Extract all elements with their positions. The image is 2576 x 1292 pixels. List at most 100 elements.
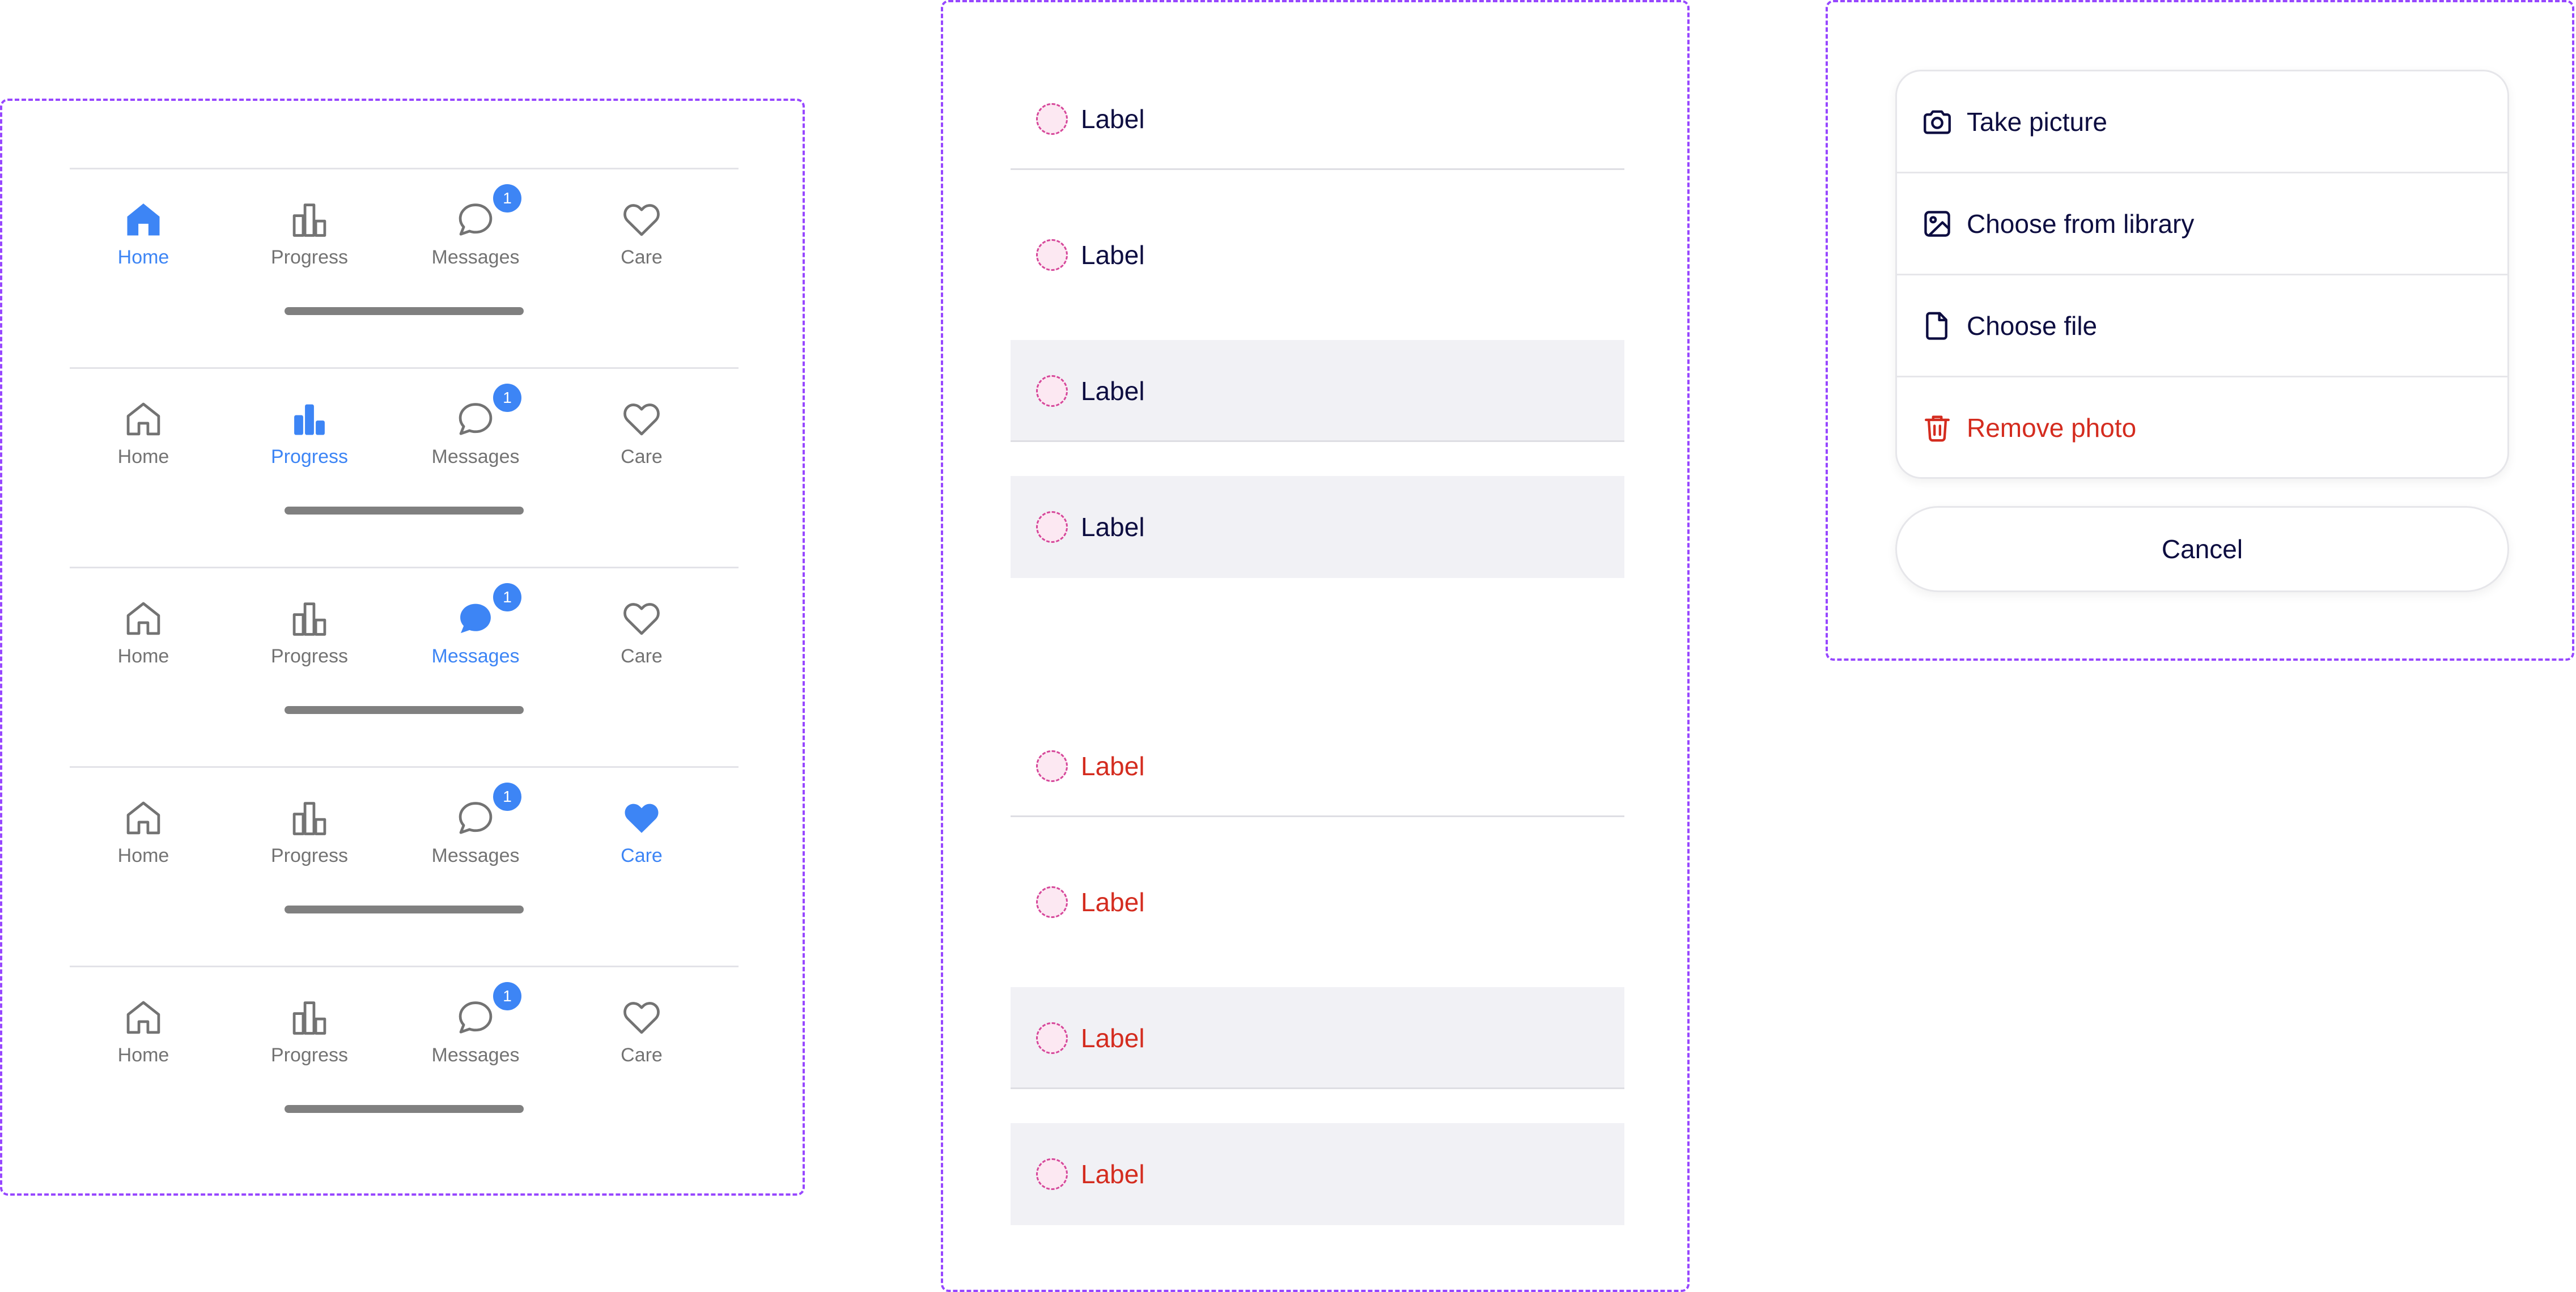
tab-bar: Home Progress 1 Messages Care [70,168,739,369]
list-item[interactable]: Label [1011,715,1624,817]
tab-care[interactable]: Care [568,796,715,866]
remove-photo-option[interactable]: Remove photo [1897,377,2507,477]
tab-progress[interactable]: Progress [236,796,383,866]
heart-icon [620,796,663,839]
home-indicator [285,507,524,515]
list-item-label: Label [1081,376,1145,406]
tab-messages[interactable]: 1 Messages [402,184,549,268]
unread-badge: 1 [493,982,521,1010]
list-item-label: Label [1081,512,1145,542]
tab-label: Home [117,845,169,866]
home-icon [122,597,165,640]
tab-care[interactable]: Care [568,996,715,1066]
camera-icon [1921,105,1954,138]
tab-label: Home [117,446,169,468]
tab-label: Progress [270,246,349,268]
action-sheet: Take picture Choose from library Choose … [1895,70,2509,479]
chat-bubble-icon [454,198,497,241]
home-icon [122,996,165,1039]
placeholder-circle-icon [1036,239,1068,271]
tab-home[interactable]: Home [70,597,217,667]
tabbar-variants-frame: Home Progress 1 Messages Care Home Progr… [0,99,805,1196]
heart-icon [620,597,663,640]
tab-home[interactable]: Home [70,397,217,468]
list-item[interactable]: Label [1011,68,1624,170]
placeholder-circle-icon [1036,750,1068,782]
tab-progress[interactable]: Progress [236,397,383,468]
tab-label: Home [117,645,169,667]
action-sheet-frame: Take picture Choose from library Choose … [1826,0,2574,661]
chat-bubble-icon [454,397,497,440]
list-item-label: Label [1081,1159,1145,1189]
tab-label: Care [621,845,663,866]
tab-label: Progress [270,645,349,667]
list-item[interactable]: Label [1011,1123,1624,1225]
tab-bar: Home Progress 1 Messages Care [70,367,739,568]
heart-icon [620,996,663,1039]
chat-bubble-icon [454,996,497,1039]
tab-progress[interactable]: Progress [236,996,383,1066]
list-item[interactable]: Label [1011,476,1624,578]
home-icon [122,796,165,839]
take-picture-option[interactable]: Take picture [1897,71,2507,173]
home-indicator [285,307,524,315]
choose-from-library-option[interactable]: Choose from library [1897,173,2507,275]
tab-home[interactable]: Home [70,198,217,268]
tab-messages[interactable]: 1 Messages [402,583,549,667]
list-item[interactable]: Label [1011,204,1624,306]
placeholder-circle-icon [1036,1158,1068,1190]
placeholder-circle-icon [1036,375,1068,407]
chat-bubble-icon [454,597,497,640]
tab-home[interactable]: Home [70,796,217,866]
list-item-label: Label [1081,240,1145,270]
tab-label: Messages [431,845,520,866]
chart-icon [288,397,331,440]
home-indicator [285,706,524,714]
tab-bar: Home Progress 1 Messages Care [70,766,739,967]
list-item-label: Label [1081,751,1145,781]
list-item-label: Label [1081,887,1145,917]
tab-label: Progress [270,845,349,866]
tab-label: Care [621,1044,663,1066]
tab-progress[interactable]: Progress [236,198,383,268]
cancel-button[interactable]: Cancel [1895,506,2509,592]
option-label: Remove photo [1967,413,2137,443]
tab-messages[interactable]: 1 Messages [402,783,549,866]
tab-messages[interactable]: 1 Messages [402,384,549,468]
tab-label: Messages [431,1044,520,1066]
tab-label: Messages [431,446,520,468]
chart-icon [288,796,331,839]
trash-icon [1921,411,1954,444]
home-indicator [285,1105,524,1113]
tab-care[interactable]: Care [568,597,715,667]
placeholder-circle-icon [1036,511,1068,543]
placeholder-circle-icon [1036,103,1068,135]
file-icon [1921,309,1954,342]
tab-label: Progress [270,1044,349,1066]
tab-label: Care [621,645,663,667]
home-icon [122,397,165,440]
tab-label: Home [117,246,169,268]
tab-home[interactable]: Home [70,996,217,1066]
tab-care[interactable]: Care [568,397,715,468]
tab-progress[interactable]: Progress [236,597,383,667]
tab-bar: Home Progress 1 Messages Care [70,567,739,768]
home-indicator [285,906,524,913]
list-item[interactable]: Label [1011,340,1624,442]
home-icon [122,198,165,241]
chart-icon [288,198,331,241]
unread-badge: 1 [493,783,521,811]
list-item[interactable]: Label [1011,987,1624,1089]
placeholder-circle-icon [1036,1022,1068,1054]
tab-care[interactable]: Care [568,198,715,268]
list-item[interactable]: Label [1011,851,1624,953]
tab-label: Home [117,1044,169,1066]
tab-label: Messages [431,645,520,667]
tab-messages[interactable]: 1 Messages [402,982,549,1066]
list-item-label: Label [1081,104,1145,134]
option-label: Choose file [1967,311,2098,341]
tab-label: Progress [270,446,349,468]
list-item-label: Label [1081,1023,1145,1053]
choose-file-option[interactable]: Choose file [1897,275,2507,377]
heart-icon [620,198,663,241]
